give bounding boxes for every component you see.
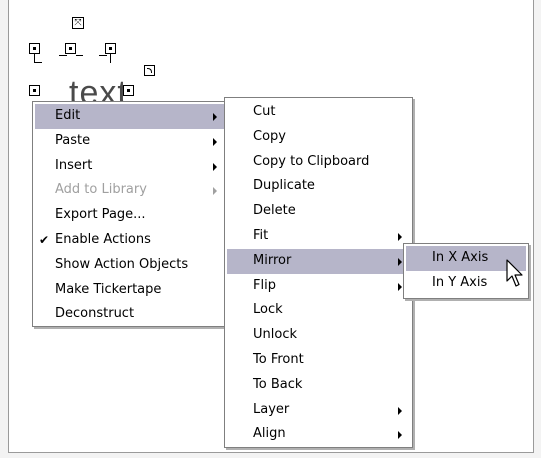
- menu-item-enable-actions[interactable]: ✔ Enable Actions: [35, 228, 225, 253]
- rotate-handle-icon[interactable]: [144, 65, 155, 76]
- submenu-arrow-icon: [398, 282, 402, 291]
- submenu-arrow-icon: [398, 232, 402, 241]
- menu-item-label: In X Axis: [432, 250, 489, 265]
- menu-item-edit[interactable]: Edit: [35, 104, 225, 129]
- menu-item-export-page[interactable]: Export Page...: [35, 203, 225, 228]
- menu-item-paste[interactable]: Paste: [35, 129, 225, 154]
- menu-item-label: Enable Actions: [55, 231, 151, 247]
- menu-item-label: Edit: [55, 108, 81, 123]
- menu-item-lock[interactable]: Lock: [227, 298, 410, 323]
- menu-item-make-tickertape[interactable]: Make Tickertape: [35, 278, 225, 303]
- submenu-arrow-icon: [398, 431, 402, 440]
- menu-item-label: Fit: [253, 227, 269, 243]
- menu-item-label: To Back: [253, 376, 303, 392]
- menu-item-align[interactable]: Align: [227, 422, 410, 447]
- menu-item-label: To Front: [253, 351, 304, 367]
- menu-item-label: Cut: [253, 104, 276, 119]
- submenu-arrow-icon: [213, 187, 217, 196]
- menu-item-label: In Y Axis: [432, 274, 488, 290]
- move-handle-icon[interactable]: ⤧: [72, 17, 84, 29]
- context-menu: Edit Paste Insert Add to Library Export …: [32, 101, 228, 327]
- resize-handle-right[interactable]: [123, 85, 134, 96]
- resize-handle-top[interactable]: [65, 43, 76, 54]
- menu-item-label: Duplicate: [253, 178, 315, 194]
- submenu-arrow-icon: [213, 113, 217, 121]
- menu-item-label: Add to Library: [55, 182, 147, 198]
- menu-item-label: Show Action Objects: [55, 256, 189, 272]
- submenu-arrow-icon: [213, 137, 217, 146]
- menu-item-label: Unlock: [253, 327, 297, 343]
- menu-item-label: Lock: [253, 302, 283, 318]
- menu-item-label: Insert: [55, 157, 93, 173]
- menu-item-label: Flip: [253, 277, 276, 293]
- menu-item-mirror[interactable]: Mirror: [227, 248, 410, 274]
- resize-handle-top-left[interactable]: [29, 43, 40, 54]
- edit-submenu: Cut Copy Copy to Clipboard Duplicate Del…: [224, 97, 413, 448]
- menu-item-show-action-objects[interactable]: Show Action Objects: [35, 253, 225, 278]
- menu-item-label: Paste: [55, 132, 91, 148]
- menu-item-insert[interactable]: Insert: [35, 154, 225, 179]
- menu-item-label: Copy to Clipboard: [253, 153, 370, 169]
- menu-item-label: Copy: [253, 128, 286, 144]
- menu-item-layer[interactable]: Layer: [227, 398, 410, 423]
- menu-item-duplicate[interactable]: Duplicate: [227, 174, 410, 199]
- submenu-arrow-icon: [213, 162, 217, 171]
- menu-item-label: Layer: [253, 401, 290, 417]
- menu-item-add-to-library: Add to Library: [35, 178, 225, 203]
- menu-item-label: Export Page...: [55, 207, 146, 223]
- submenu-arrow-icon: [398, 257, 402, 266]
- menu-item-delete[interactable]: Delete: [227, 199, 410, 224]
- mouse-pointer-icon: [506, 259, 523, 287]
- menu-item-to-back[interactable]: To Back: [227, 373, 410, 398]
- menu-item-unlock[interactable]: Unlock: [227, 323, 410, 348]
- menu-item-label: Delete: [253, 203, 296, 219]
- menu-item-label: Deconstruct: [55, 306, 135, 322]
- menu-item-copy-to-clipboard[interactable]: Copy to Clipboard: [227, 150, 410, 175]
- menu-item-label: Mirror: [253, 252, 292, 268]
- resize-handle-top-right[interactable]: [105, 43, 116, 54]
- menu-item-to-front[interactable]: To Front: [227, 348, 410, 373]
- menu-item-label: Align: [253, 426, 286, 442]
- menu-item-deconstruct[interactable]: Deconstruct: [35, 302, 225, 327]
- menu-item-label: Make Tickertape: [55, 281, 162, 297]
- submenu-arrow-icon: [398, 406, 402, 415]
- menu-item-flip[interactable]: Flip: [227, 274, 410, 299]
- menu-item-fit[interactable]: Fit: [227, 224, 410, 249]
- menu-item-copy[interactable]: Copy: [227, 125, 410, 150]
- checkmark-icon: ✔: [39, 232, 50, 247]
- resize-handle-left[interactable]: [29, 85, 40, 96]
- menu-item-cut[interactable]: Cut: [227, 100, 410, 125]
